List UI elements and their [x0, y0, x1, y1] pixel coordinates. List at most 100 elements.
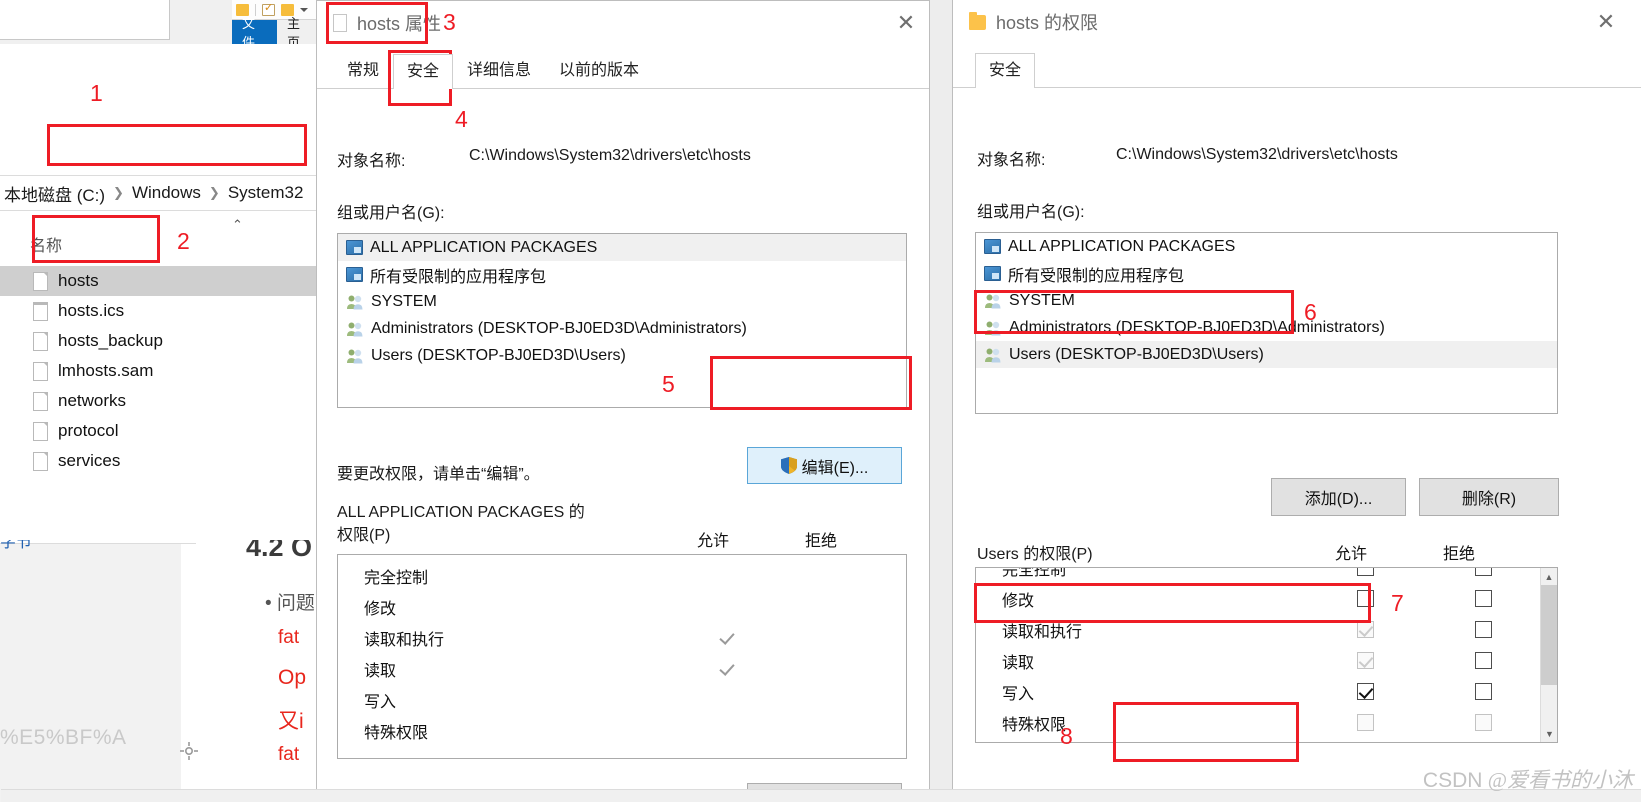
allow-cell[interactable] [1306, 652, 1424, 669]
deny-checkbox[interactable] [1474, 652, 1492, 669]
list-item[interactable]: SYSTEM [976, 287, 1557, 314]
crosshair-icon [180, 742, 198, 760]
list-item[interactable]: 所有受限制的应用程序包 [338, 261, 906, 288]
remove-button[interactable]: 删除(R) [1419, 478, 1559, 516]
list-item[interactable]: Users (DESKTOP-BJ0ED3D\Users) [338, 342, 906, 369]
list-item[interactable]: Administrators (DESKTOP-BJ0ED3D\Administ… [338, 315, 906, 342]
allow-cell[interactable] [668, 660, 786, 677]
allow-cell[interactable] [1306, 621, 1424, 638]
allow-checkbox[interactable] [1356, 590, 1374, 607]
list-item[interactable]: hosts_backup [0, 326, 322, 356]
deny-checkbox[interactable] [1474, 683, 1492, 700]
allow-cell[interactable] [668, 629, 786, 646]
list-item[interactable]: SYSTEM [338, 288, 906, 315]
group-list[interactable]: ALL APPLICATION PACKAGES 所有受限制的应用程序包 SYS… [337, 233, 907, 408]
add-button[interactable]: 添加(D)... [1271, 478, 1406, 516]
deny-cell[interactable] [1424, 590, 1542, 607]
list-item[interactable]: services [0, 446, 322, 476]
annotation-number-1: 1 [90, 80, 103, 106]
allow-cell[interactable] [1306, 568, 1424, 576]
scroll-up-icon[interactable]: ▲ [1541, 568, 1557, 585]
permission-name: 完全控制 [364, 569, 429, 587]
scrollbar-thumb[interactable] [1541, 585, 1557, 685]
table-row[interactable]: 读取和执行 [976, 614, 1542, 645]
table-row[interactable]: 读取 [976, 645, 1542, 676]
permissions-table[interactable]: 完全控制 修改 读取和执行 读取 写入 特殊权限 [337, 554, 907, 759]
allow-checkbox[interactable] [1356, 683, 1374, 700]
background-url-text: %E5%BF%A [0, 726, 127, 749]
close-icon[interactable]: ✕ [1583, 0, 1629, 44]
table-row[interactable]: 读取 [338, 653, 906, 684]
check-icon [719, 660, 736, 677]
list-item[interactable]: 所有受限制的应用程序包 [976, 260, 1557, 287]
group-list[interactable]: ALL APPLICATION PACKAGES 所有受限制的应用程序包 SYS… [975, 232, 1558, 414]
package-icon [984, 266, 1001, 281]
allow-cell[interactable] [1306, 683, 1424, 700]
list-item[interactable]: hosts.ics [0, 296, 322, 326]
permission-name: 读取和执行 [1002, 623, 1083, 641]
permissions-scrollbar[interactable]: ▲ ▼ [1540, 568, 1557, 742]
table-row[interactable]: 写入 [338, 684, 906, 715]
list-item[interactable]: ALL APPLICATION PACKAGES [976, 233, 1557, 260]
deny-cell[interactable] [1424, 652, 1542, 669]
chevron-up-icon[interactable]: ⌃ [232, 217, 243, 233]
list-item[interactable]: lmhosts.sam [0, 356, 322, 386]
permission-name: 读取 [364, 662, 397, 680]
breadcrumb-segment-windows[interactable]: Windows [130, 183, 203, 203]
allow-cell[interactable] [1306, 590, 1424, 607]
list-item[interactable]: Users (DESKTOP-BJ0ED3D\Users) [976, 341, 1557, 368]
tab-security[interactable]: 安全 [975, 53, 1036, 88]
annotation-number-8: 8 [1060, 723, 1073, 749]
deny-cell[interactable] [1424, 683, 1542, 700]
group-name: Users (DESKTOP-BJ0ED3D\Users) [1009, 345, 1264, 363]
list-item[interactable]: Administrators (DESKTOP-BJ0ED3D\Administ… [976, 314, 1557, 341]
list-item[interactable]: hosts [0, 266, 322, 296]
table-row[interactable]: 修改 [338, 591, 906, 622]
dropdown-caret-icon[interactable] [300, 7, 308, 12]
table-row[interactable]: 写入 [976, 676, 1542, 707]
edit-button[interactable]: 编辑(E)... [747, 447, 902, 484]
deny-cell[interactable] [1424, 568, 1542, 576]
tab-details[interactable]: 详细信息 [453, 53, 545, 88]
permissions-table[interactable]: 完全控制 修改 读取和执行 读取 写入 特殊权限 ▲ ▼ [975, 567, 1558, 743]
table-row[interactable]: 读取和执行 [338, 622, 906, 653]
column-header-name[interactable]: 名称 [30, 232, 62, 256]
users-icon [346, 348, 364, 364]
table-row[interactable]: 修改 [976, 583, 1542, 614]
list-item[interactable]: protocol [0, 416, 322, 446]
permissions-title-line1: ALL APPLICATION PACKAGES 的 [337, 504, 585, 521]
deny-cell[interactable] [1424, 621, 1542, 638]
group-name: Administrators (DESKTOP-BJ0ED3D\Administ… [371, 319, 747, 337]
edit-button-label: 编辑(E)... [801, 459, 869, 477]
table-row[interactable]: 完全控制 [338, 560, 906, 591]
breadcrumb-segment-drive[interactable]: 本地磁盘 (C:) [2, 181, 107, 206]
table-row[interactable]: 完全控制 [976, 567, 1542, 583]
allow-checkbox[interactable] [1356, 568, 1374, 576]
deny-checkbox[interactable] [1474, 590, 1492, 607]
ribbon-tab-file[interactable]: 文件 [232, 16, 277, 50]
scroll-down-icon[interactable]: ▼ [1541, 725, 1557, 742]
allow-checkbox [1356, 652, 1374, 669]
breadcrumb[interactable]: 本地磁盘 (C:) ❯ Windows ❯ System32 [0, 175, 322, 211]
list-item[interactable]: ALL APPLICATION PACKAGES [338, 234, 906, 261]
deny-checkbox[interactable] [1474, 621, 1492, 638]
file-icon [33, 361, 48, 381]
file-name: protocol [58, 421, 119, 440]
permission-name: 写入 [364, 693, 397, 711]
permission-name: 完全控制 [1002, 567, 1067, 579]
permissions-title: ALL APPLICATION PACKAGES 的 权限(P) [337, 501, 585, 547]
hosts-properties-dialog: hosts 属性 ✕ 常规 安全 详细信息 以前的版本 对象名称: C:\Win… [316, 0, 930, 802]
tab-security[interactable]: 安全 [393, 54, 454, 89]
list-item[interactable]: networks [0, 386, 322, 416]
table-row[interactable]: 特殊权限 [338, 715, 906, 746]
tab-general[interactable]: 常规 [333, 53, 393, 88]
explorer-status-strip [0, 500, 196, 540]
watermark: CSDN @爱看书的小沐 [1423, 764, 1633, 794]
deny-cell[interactable] [1424, 714, 1542, 731]
deny-checkbox[interactable] [1474, 568, 1492, 576]
allow-cell[interactable] [1306, 714, 1424, 731]
tab-previous-versions[interactable]: 以前的版本 [545, 53, 653, 88]
permission-name: 修改 [364, 600, 397, 618]
close-icon[interactable]: ✕ [883, 1, 929, 45]
breadcrumb-segment-system32[interactable]: System32 [226, 183, 306, 203]
